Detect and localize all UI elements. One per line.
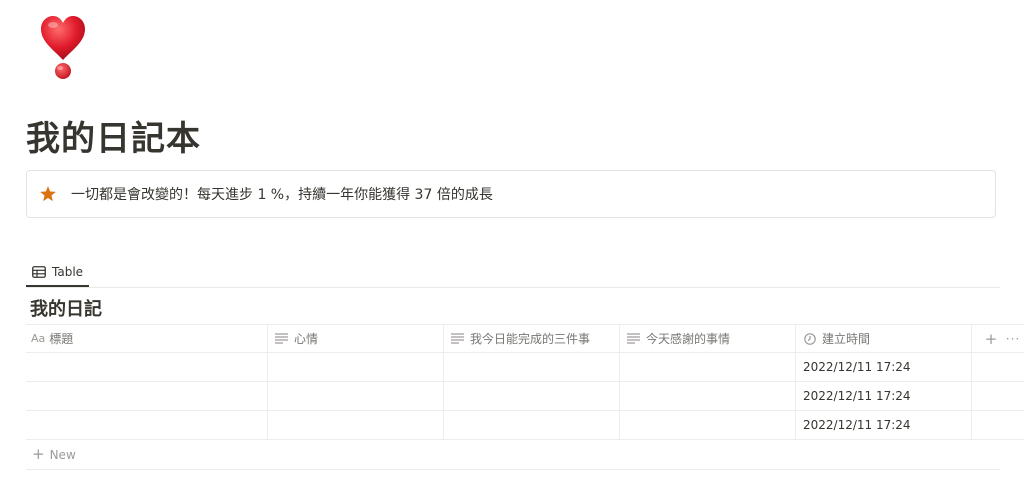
tab-table-label: Table [52,264,84,279]
cell-mood[interactable] [268,411,444,439]
table-icon [32,265,46,278]
cell-title[interactable] [26,382,268,410]
column-header-grateful[interactable]: 今天感謝的事情 [620,325,796,352]
cell-mood[interactable] [268,382,444,410]
column-header-label: 今天感謝的事情 [646,332,731,346]
cell-three-things[interactable] [444,353,620,381]
column-header-label: 標題 [49,332,74,346]
column-header-mood[interactable]: 心情 [268,325,444,352]
cell-three-things[interactable] [444,411,620,439]
callout[interactable]: 一切都是會改變的！每天進步 1 %，持續一年你能獲得 37 倍的成長 [26,170,996,218]
cell-grateful[interactable] [620,411,796,439]
column-header-three-things[interactable]: 我今日能完成的三件事 [444,325,620,352]
new-row-label: New [49,447,76,462]
clock-icon [803,332,816,345]
database-table: Aa 標題 心情 我今日能完成的三件事 今天感謝的事情 建立時間 + ··· 2… [26,324,1024,470]
view-tabs: Table [26,258,1000,288]
cell-title[interactable] [26,353,268,381]
callout-text[interactable]: 一切都是會改變的！每天進步 1 %，持續一年你能獲得 37 倍的成長 [71,184,493,204]
text-lines-icon [275,333,288,345]
column-header-created-time[interactable]: 建立時間 [796,325,972,352]
column-header-label: 建立時間 [822,332,871,346]
title-icon: Aa [31,332,46,345]
cell-empty [972,382,1024,410]
cell-three-things[interactable] [444,382,620,410]
cell-grateful[interactable] [620,353,796,381]
column-header-label: 心情 [294,332,319,346]
page-title[interactable]: 我的日記本 [26,114,201,164]
table-row[interactable]: 2022/12/11 17:24 [26,411,1024,440]
database-title[interactable]: 我的日記 [30,296,102,324]
plus-icon: + [32,445,45,463]
star-icon[interactable] [37,183,59,205]
table-header-row: Aa 標題 心情 我今日能完成的三件事 今天感謝的事情 建立時間 + ··· [26,324,1024,353]
cell-grateful[interactable] [620,382,796,410]
column-header-title[interactable]: Aa 標題 [26,325,268,352]
cell-title[interactable] [26,411,268,439]
table-row[interactable]: 2022/12/11 17:24 [26,382,1024,411]
cell-empty [972,353,1024,381]
text-lines-icon [451,333,464,345]
table-row[interactable]: 2022/12/11 17:24 [26,353,1024,382]
more-options-button[interactable]: ··· [1002,332,1024,346]
text-lines-icon [627,333,640,345]
add-property-button[interactable]: + [980,330,1002,348]
cell-created-time[interactable]: 2022/12/11 17:24 [796,411,972,439]
cell-created-time[interactable]: 2022/12/11 17:24 [796,382,972,410]
cell-mood[interactable] [268,353,444,381]
heavy-exclamation-mark-heart-icon[interactable] [34,12,94,84]
tab-table[interactable]: Table [26,258,90,287]
header-actions: + ··· [972,325,1024,352]
cell-empty [972,411,1024,439]
cell-created-time[interactable]: 2022/12/11 17:24 [796,353,972,381]
new-row-button[interactable]: + New [26,440,1000,470]
column-header-label: 我今日能完成的三件事 [470,332,591,346]
